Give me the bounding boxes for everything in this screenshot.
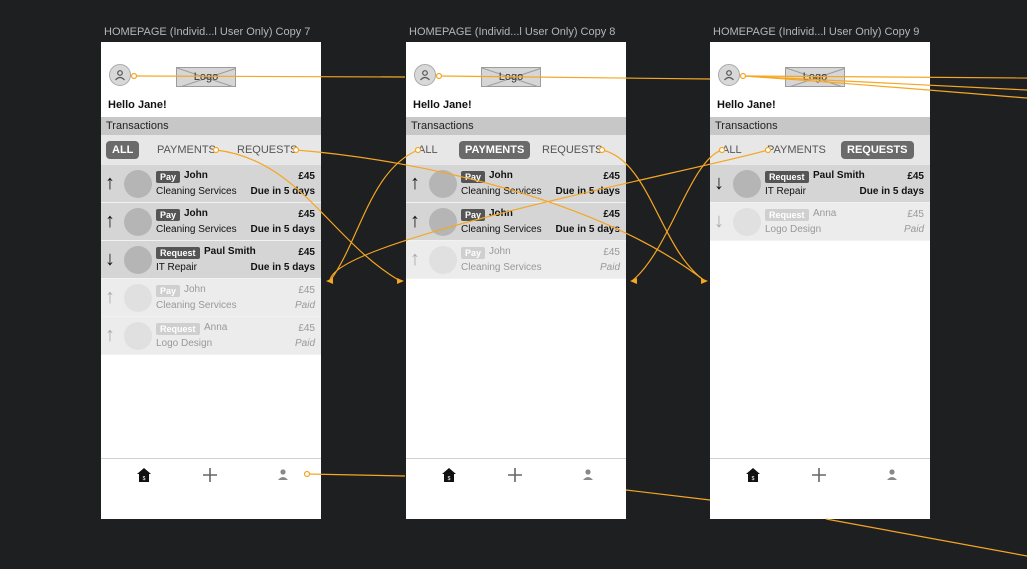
link-origin: [292, 146, 300, 154]
link-arrowhead: [701, 278, 708, 284]
link-line: [601, 149, 706, 282]
link-line: [306, 473, 406, 477]
prototype-links: [130, 72, 1027, 557]
link-line: [625, 489, 711, 501]
link-line: [329, 149, 419, 282]
link-line: [295, 149, 706, 282]
link-arrowhead: [397, 278, 404, 284]
link-line: [438, 75, 711, 80]
link-line: [825, 518, 1027, 557]
link-line: [329, 149, 769, 282]
link-origin: [739, 72, 747, 80]
link-line: [215, 149, 401, 282]
link-line: [133, 75, 406, 78]
link-origin: [303, 470, 311, 478]
link-line: [742, 75, 1027, 99]
link-origin: [764, 146, 772, 154]
link-origin: [435, 72, 443, 80]
link-arrowhead: [630, 278, 637, 284]
link-origin: [718, 146, 726, 154]
link-origin: [598, 146, 606, 154]
link-origin: [130, 72, 138, 80]
link-origin: [212, 146, 220, 154]
link-origin: [414, 146, 422, 154]
link-arrowhead: [326, 278, 333, 284]
